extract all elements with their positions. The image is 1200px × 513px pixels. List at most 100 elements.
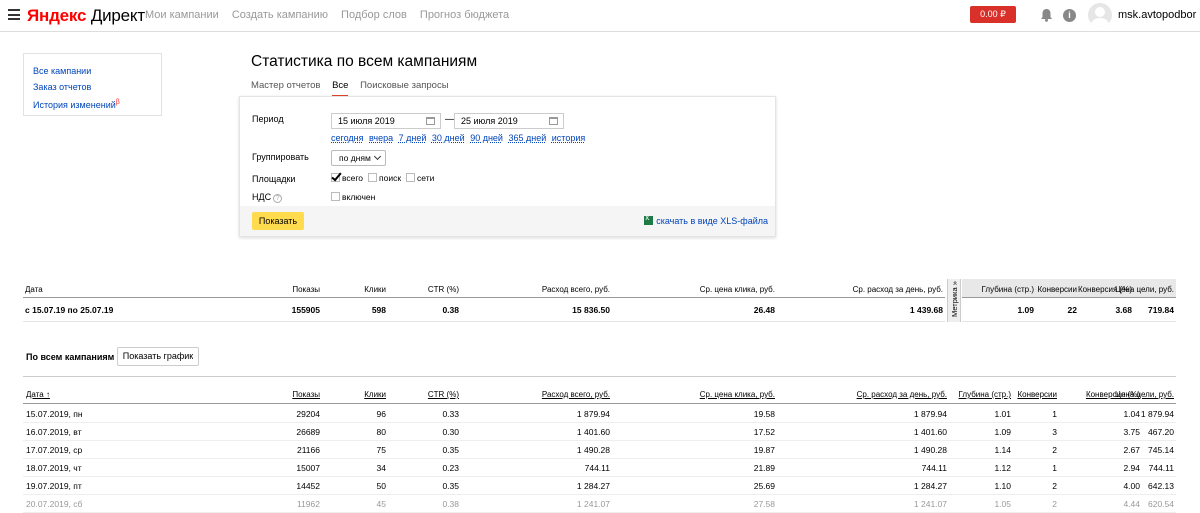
quick-today[interactable]: сегодня: [331, 133, 364, 143]
sidebar: Все кампании Заказ отчетов История измен…: [23, 53, 162, 116]
logo[interactable]: Яндекс Директ: [27, 6, 145, 26]
quick-yesterday[interactable]: вчера: [369, 133, 393, 143]
cell-ctr: 0.35: [442, 481, 459, 491]
sortable-col-avg-daily[interactable]: Ср. расход за день, руб.: [857, 390, 947, 399]
table-row: 17.07.2019, ср 21166 75 0.35 1 490.28 19.87 1 …: [23, 441, 1176, 459]
summary-goal-cost: 719.84: [1148, 305, 1174, 315]
cell-avg-daily: 1 401.60: [913, 427, 947, 437]
sidebar-item-change-history[interactable]: История измененийβ: [33, 95, 161, 114]
cell-avg-daily: 1 490.28: [913, 445, 947, 455]
nav-my-campaigns[interactable]: Мои кампании: [145, 9, 219, 21]
avatar[interactable]: [1088, 3, 1112, 27]
quick-7-days[interactable]: 7 дней: [399, 133, 427, 143]
date-to-value: 25 июля 2019: [461, 116, 518, 126]
cell-goal-cost: 620.54: [1148, 499, 1174, 509]
checkbox[interactable]: [368, 173, 377, 182]
filter-panel: Период 15 июля 2019 — 25 июля 2019 сегод…: [239, 96, 776, 237]
cell-spend: 1 490.28: [576, 445, 610, 455]
summary-ctr: 0.38: [442, 305, 459, 315]
cell-goal-cost: 744.11: [1148, 463, 1174, 473]
cell-depth: 1.09: [994, 427, 1011, 437]
cell-conversions: 1: [1052, 463, 1057, 473]
metrika-toggle[interactable]: Метрика »: [947, 279, 961, 322]
sortable-col-goal-cost[interactable]: Цена цели, руб.: [1115, 390, 1174, 399]
cell-depth: 1.14: [994, 445, 1011, 455]
quick-30-days[interactable]: 30 дней: [432, 133, 465, 143]
calendar-icon[interactable]: [549, 117, 558, 125]
tab-report-wizard[interactable]: Мастер отчетов: [251, 80, 320, 95]
sortable-col-ctr[interactable]: CTR (%): [428, 390, 459, 399]
quick-history[interactable]: история: [552, 133, 585, 143]
info-icon[interactable]: i: [1063, 9, 1076, 22]
show-button[interactable]: Показать: [252, 212, 304, 230]
nav-budget-forecast[interactable]: Прогноз бюджета: [420, 9, 509, 21]
platforms-label: Площадки: [252, 174, 296, 184]
sortable-col-avg-cpc[interactable]: Ср. цена клика, руб.: [700, 390, 775, 399]
checkbox[interactable]: [406, 173, 415, 182]
sidebar-item-report-order[interactable]: Заказ отчетов: [33, 80, 161, 96]
date-to-input[interactable]: 25 июля 2019: [454, 113, 564, 129]
sortable-col-clicks[interactable]: Клики: [364, 390, 386, 399]
cell-avg-daily: 1 241.07: [913, 499, 947, 509]
group-select[interactable]: по дням: [331, 150, 386, 166]
vat-checkbox[interactable]: включен: [331, 192, 375, 202]
xls-download-link[interactable]: скачать в виде XLS-файла: [644, 213, 768, 226]
cell-date: 20.07.2019, сб: [26, 499, 83, 509]
checkbox[interactable]: [331, 192, 340, 201]
logo-yandex: Яндекс: [27, 6, 87, 25]
summary-spend: 15 836.50: [572, 305, 610, 315]
cell-conversions: 1: [1052, 409, 1057, 419]
cell-date: 18.07.2019, чт: [26, 463, 82, 473]
date-from-input[interactable]: 15 июля 2019: [331, 113, 441, 129]
calendar-icon[interactable]: [426, 117, 435, 125]
cell-conversion-rate: 4.00: [1123, 481, 1140, 491]
summary-header: Дата Показы Клики CTR (%) Расход всего, …: [23, 279, 945, 298]
checkbox-label: включен: [342, 192, 376, 202]
table-row: 18.07.2019, чт 15007 34 0.23 744.11 21.89 744.…: [23, 459, 1176, 477]
platform-search-checkbox[interactable]: поиск: [368, 173, 401, 183]
col-conversions: Конверсии: [1037, 285, 1077, 294]
cell-conversion-rate: 4.44: [1123, 499, 1140, 509]
checkbox-label: всего: [342, 173, 364, 183]
excel-icon: [644, 213, 654, 225]
cell-impressions: 26689: [296, 427, 320, 437]
logo-direct: Директ: [90, 6, 145, 25]
cell-goal-cost: 1 879.94: [1140, 409, 1174, 419]
sortable-col-conversions[interactable]: Конверсии: [1017, 390, 1057, 399]
show-graph-button[interactable]: Показать график: [117, 347, 199, 366]
bell-icon[interactable]: [1040, 8, 1053, 22]
platform-networks-checkbox[interactable]: сети: [406, 173, 434, 183]
quick-periods: сегодня вчера 7 дней 30 дней 90 дней 365…: [331, 133, 588, 143]
col-spend: Расход всего, руб.: [541, 285, 610, 294]
cell-spend: 1 241.07: [576, 499, 610, 509]
cell-spend: 744.11: [584, 463, 610, 473]
nav-create-campaign[interactable]: Создать кампанию: [232, 9, 328, 21]
checkbox-checked[interactable]: [331, 173, 340, 182]
sidebar-item-all-campaigns[interactable]: Все кампании: [33, 64, 161, 80]
cell-ctr: 0.38: [442, 499, 459, 509]
quick-90-days[interactable]: 90 дней: [470, 133, 503, 143]
tab-search-queries[interactable]: Поисковые запросы: [360, 80, 448, 95]
sortable-col-impressions[interactable]: Показы: [292, 390, 320, 399]
cell-impressions: 14452: [296, 481, 320, 491]
nav-keyword-planner[interactable]: Подбор слов: [341, 9, 407, 21]
cell-avg-cpc: 19.58: [753, 409, 775, 419]
help-icon[interactable]: ?: [273, 194, 283, 203]
menu-icon[interactable]: [8, 9, 20, 20]
sortable-col-spend[interactable]: Расход всего, руб.: [542, 390, 610, 399]
sortable-col-date[interactable]: Дата ↑: [26, 390, 50, 399]
sortable-col-depth[interactable]: Глубина (стр.): [959, 390, 1011, 399]
platform-all-checkbox[interactable]: всего: [331, 173, 363, 183]
summary-conversions: 22: [1067, 305, 1077, 315]
balance-button[interactable]: 0.00 ₽: [970, 6, 1016, 23]
group-select-value: по дням: [339, 153, 371, 163]
cell-conversion-rate: 1.04: [1123, 409, 1140, 419]
username[interactable]: msk.avtopodbor: [1118, 9, 1196, 21]
quick-365-days[interactable]: 365 дней: [508, 133, 546, 143]
summary-date: с 15.07.19 по 25.07.19: [25, 305, 114, 315]
metrika-goals: Глубина (стр.) Конверсии Конверсия (%) Ц…: [962, 279, 1176, 322]
tab-all[interactable]: Все: [332, 80, 349, 97]
checkbox-label: поиск: [379, 173, 402, 183]
cell-avg-daily: 1 284.27: [913, 481, 947, 491]
summary-table: Дата Показы Клики CTR (%) Расход всего, …: [23, 279, 1176, 322]
